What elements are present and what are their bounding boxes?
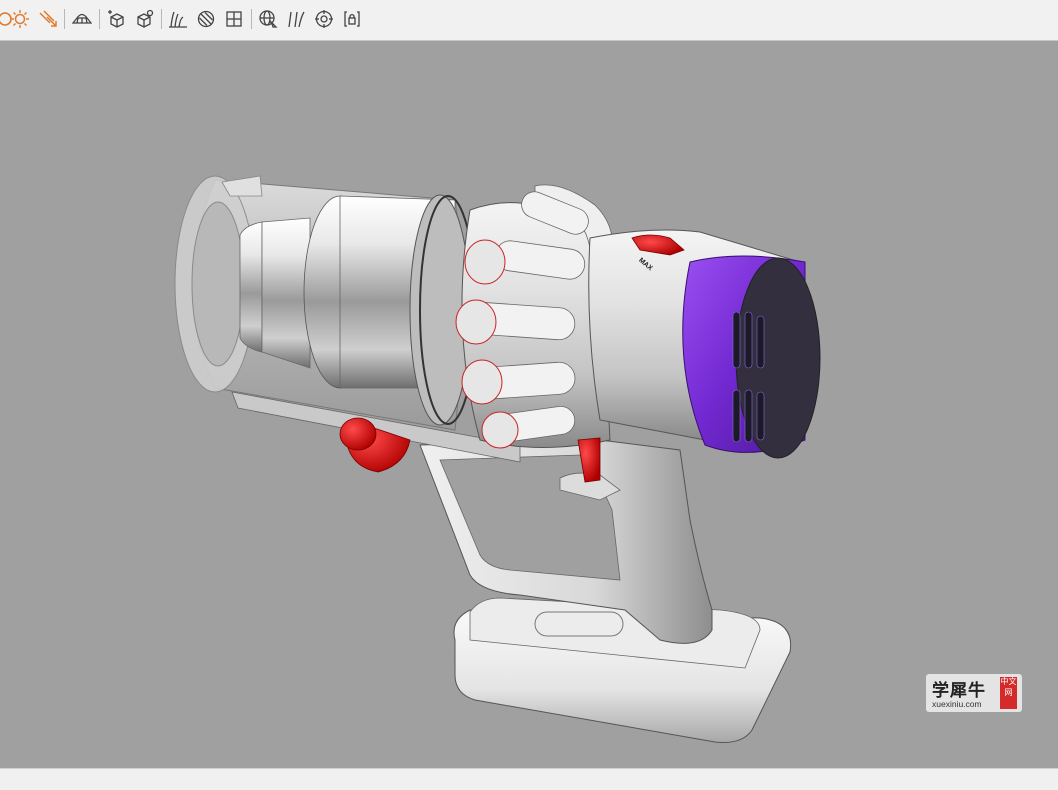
watermark-logo: 学犀牛 xuexiniu.com 中文网 xyxy=(926,674,1022,712)
vacuum-model-render: MAX xyxy=(174,175,821,743)
lock-frame-icon[interactable] xyxy=(341,8,363,30)
watermark-badge: 中文网 xyxy=(1000,677,1017,709)
box-settings-icon[interactable] xyxy=(134,8,156,30)
target-icon[interactable] xyxy=(313,8,335,30)
sun-icon[interactable] xyxy=(9,8,31,30)
toolbar-separator xyxy=(251,9,252,29)
status-bar xyxy=(0,768,1058,790)
globe-cursor-icon[interactable] xyxy=(257,8,279,30)
ground-plane-icon[interactable] xyxy=(71,8,93,30)
render-toolbar xyxy=(0,0,1058,41)
toolbar-separator xyxy=(64,9,65,29)
environment-icon[interactable] xyxy=(167,8,189,30)
toolbar-separator xyxy=(99,9,100,29)
directional-light-icon[interactable] xyxy=(37,8,59,30)
split-view-icon[interactable] xyxy=(223,8,245,30)
material-icon[interactable] xyxy=(195,8,217,30)
watermark-url: xuexiniu.com xyxy=(932,699,982,709)
battery-base xyxy=(453,597,792,743)
curves-icon[interactable] xyxy=(285,8,307,30)
motor-cap xyxy=(682,255,821,459)
toolbar-separator xyxy=(161,9,162,29)
watermark-title: 学犀牛 xyxy=(932,681,986,701)
add-box-icon[interactable] xyxy=(106,8,128,30)
render-viewport[interactable]: MAX xyxy=(0,41,1058,768)
